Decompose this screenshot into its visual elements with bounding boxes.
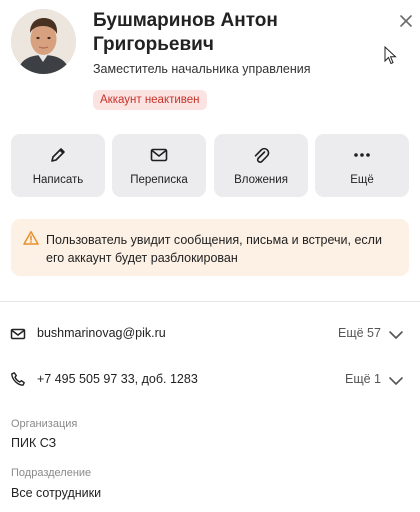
more-dots-icon [354, 153, 370, 157]
write-button-label: Написать [32, 174, 84, 186]
organization-value: ПИК СЗ [11, 436, 57, 450]
email-link[interactable]: bushmarinovag@pik.ru [37, 326, 166, 340]
attachments-button[interactable]: Вложения [214, 134, 308, 197]
avatar [11, 9, 76, 74]
organization-label: Организация [11, 418, 78, 430]
user-position: Заместитель начальника управления [93, 62, 311, 76]
close-icon [400, 15, 412, 27]
pencil-icon [51, 148, 65, 162]
close-button[interactable] [398, 13, 414, 29]
envelope-icon [150, 148, 168, 162]
chevron-down-icon[interactable] [388, 376, 404, 386]
email-more-toggle[interactable]: Ещё 57 [338, 326, 381, 340]
phone-icon [11, 372, 25, 386]
warning-banner: Пользователь увидит сообщения, письма и … [11, 219, 409, 276]
more-button[interactable]: Ещё [315, 134, 409, 197]
chevron-down-icon[interactable] [388, 330, 404, 340]
phone-more-toggle[interactable]: Ещё 1 [345, 372, 381, 386]
attachments-button-label: Вложения [234, 174, 288, 186]
paperclip-icon [254, 147, 270, 163]
more-button-label: Ещё [350, 174, 374, 186]
write-button[interactable]: Написать [11, 134, 105, 197]
department-value: Все сотрудники [11, 486, 102, 500]
action-buttons: Написать Переписка Вложения Ещё [11, 134, 409, 197]
warning-text: Пользователь увидит сообщения, письма и … [46, 233, 382, 265]
conversation-button-label: Переписка [130, 174, 188, 186]
warning-triangle-icon [23, 231, 39, 245]
divider [0, 301, 420, 302]
mouse-cursor-icon [384, 46, 397, 65]
user-name: Бушмаринов Антон Григорьевич [93, 10, 278, 55]
status-badge: Аккаунт неактивен [93, 90, 207, 110]
conversation-button[interactable]: Переписка [112, 134, 206, 197]
phone-link[interactable]: +7 495 505 97 33, доб. 1283 [37, 372, 198, 386]
envelope-icon [10, 328, 26, 340]
avatar-photo [11, 9, 76, 74]
department-label: Подразделение [11, 467, 92, 479]
